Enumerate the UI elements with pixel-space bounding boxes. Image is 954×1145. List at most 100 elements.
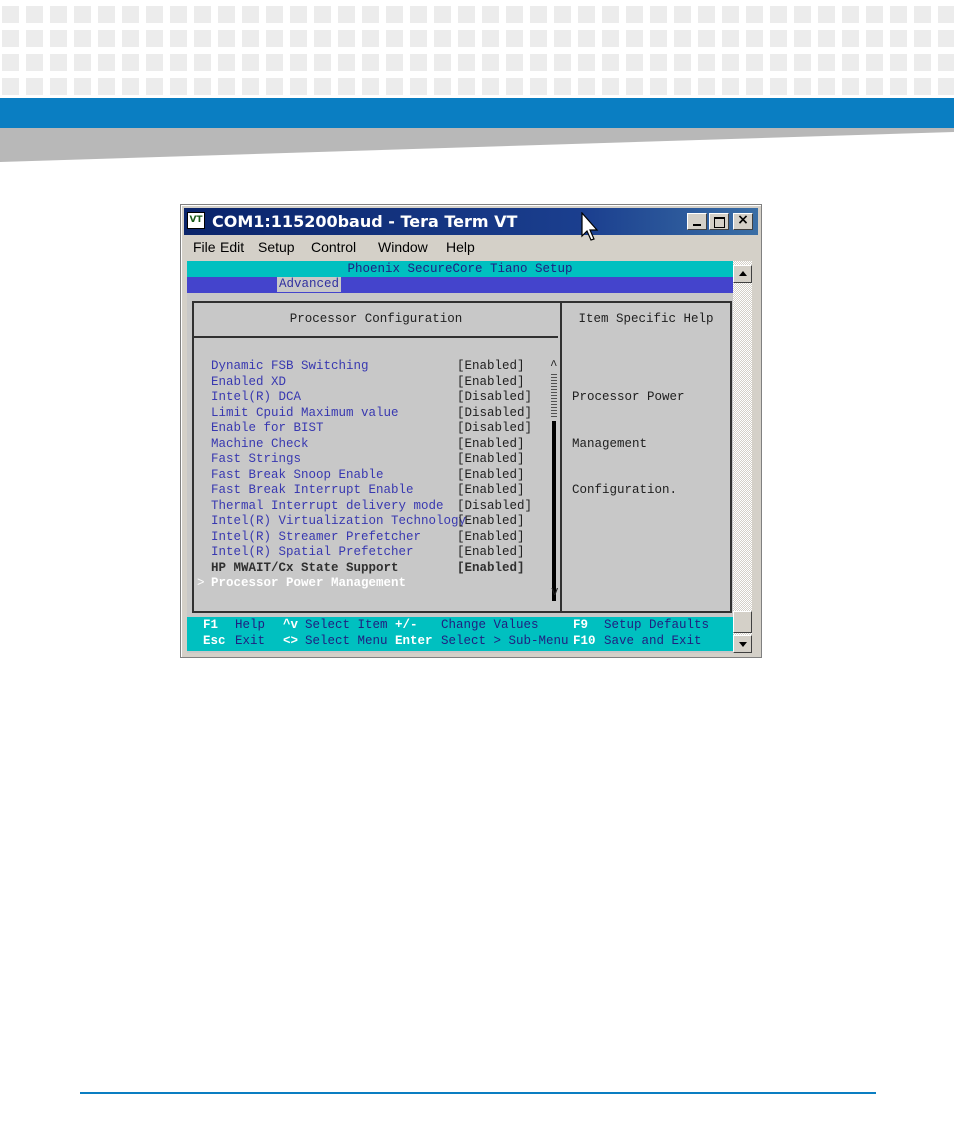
header-square (674, 6, 691, 23)
setting-label[interactable]: Machine Check (211, 437, 309, 453)
setting-label[interactable]: Fast Break Snoop Enable (211, 468, 384, 484)
setting-label[interactable]: Fast Strings (211, 452, 301, 468)
setting-value[interactable]: [Disabled] (457, 390, 532, 406)
header-square (506, 6, 523, 23)
header-square (626, 6, 643, 23)
setting-label[interactable]: Enable for BIST (211, 421, 324, 437)
header-square (170, 6, 187, 23)
close-button[interactable]: × (733, 212, 753, 230)
setting-value[interactable]: [Enabled] (457, 468, 525, 484)
setting-value[interactable]: [Enabled] (457, 514, 525, 530)
setting-label[interactable]: Intel(R) Spatial Prefetcher (211, 545, 414, 561)
header-square (770, 54, 787, 71)
menu-help[interactable]: Help (446, 239, 475, 255)
setting-value[interactable]: [Enabled] (457, 452, 525, 468)
footer-rule (80, 1092, 876, 1094)
menu-control[interactable]: Control (311, 239, 356, 255)
header-square (26, 78, 43, 95)
bios-scroll-thumb (552, 421, 556, 601)
setting-value[interactable]: [Enabled] (457, 359, 525, 375)
header-square (314, 78, 331, 95)
header-square (818, 54, 835, 71)
mouse-cursor-icon (581, 212, 599, 241)
window-scrollbar[interactable] (733, 261, 752, 653)
header-square (842, 30, 859, 47)
minimize-icon (693, 224, 701, 226)
menu-file[interactable]: File (193, 239, 216, 255)
help-line: Processor Power (572, 390, 685, 404)
header-square (698, 78, 715, 95)
submenu-processor-power-management[interactable]: Processor Power Management (211, 576, 406, 592)
setting-value[interactable]: [Enabled] (457, 561, 525, 577)
setting-value[interactable]: [Disabled] (457, 421, 532, 437)
setting-label[interactable]: Intel(R) Streamer Prefetcher (211, 530, 421, 546)
header-square (194, 78, 211, 95)
footer-desc: Select Item (305, 618, 388, 632)
setting-label[interactable]: Thermal Interrupt delivery mode (211, 499, 444, 515)
footer-key: F9 (573, 618, 589, 632)
header-square (482, 30, 499, 47)
header-square (50, 54, 67, 71)
header-square (194, 54, 211, 71)
menu-setup[interactable]: Setup (258, 239, 295, 255)
header-square (938, 78, 954, 95)
help-line: Configuration. (572, 483, 678, 497)
setting-label[interactable]: HP MWAIT/Cx State Support (211, 561, 399, 577)
setting-value[interactable]: [Disabled] (457, 406, 532, 422)
terminal-screen[interactable]: Phoenix SecureCore Tiano Setup Advanced … (187, 261, 733, 653)
setting-label[interactable]: Fast Break Interrupt Enable (211, 483, 414, 499)
help-line: Management (572, 436, 648, 451)
header-square (314, 30, 331, 47)
header-square (194, 30, 211, 47)
footer-key: Esc (203, 634, 226, 648)
header-square (842, 6, 859, 23)
help-title: Item Specific Help (578, 312, 714, 326)
header-square (698, 6, 715, 23)
header-square (146, 6, 163, 23)
minimize-button[interactable] (687, 213, 707, 230)
header-square (50, 6, 67, 23)
title-bar[interactable]: VT COM1:115200baud - Tera Term VT × (184, 208, 758, 235)
header-square (242, 78, 259, 95)
setting-value[interactable]: [Enabled] (457, 375, 525, 391)
menu-window[interactable]: Window (378, 239, 428, 255)
header-square (770, 6, 787, 23)
header-square (722, 6, 739, 23)
header-square (890, 54, 907, 71)
scroll-thumb[interactable] (733, 611, 752, 633)
header-square (386, 54, 403, 71)
footer-desc: Help (235, 618, 266, 632)
bios-scroll-track (551, 374, 557, 418)
setting-label[interactable]: Intel(R) DCA (211, 390, 301, 406)
setting-label[interactable]: Intel(R) Virtualization Technology (211, 514, 466, 530)
setting-label[interactable]: Dynamic FSB Switching (211, 359, 369, 375)
header-square (218, 78, 235, 95)
header-square (818, 78, 835, 95)
header-square (722, 78, 739, 95)
setting-label[interactable]: Limit Cpuid Maximum value (211, 406, 399, 422)
arrow-down-icon (739, 642, 747, 647)
header-square (122, 30, 139, 47)
header-square (554, 78, 571, 95)
setting-value[interactable]: [Enabled] (457, 437, 525, 453)
header-square (170, 78, 187, 95)
header-square (506, 54, 523, 71)
menu-edit[interactable]: Edit (220, 239, 244, 255)
scroll-down-button[interactable] (733, 635, 752, 653)
setting-value[interactable]: [Enabled] (457, 530, 525, 546)
setting-value[interactable]: [Enabled] (457, 483, 525, 499)
header-square (74, 78, 91, 95)
setting-value[interactable]: [Disabled] (457, 499, 532, 515)
tab-advanced[interactable]: Advanced (277, 277, 341, 292)
setting-label[interactable]: Enabled XD (211, 375, 286, 391)
header-square (578, 6, 595, 23)
maximize-button[interactable] (709, 213, 729, 230)
setting-value[interactable]: [Enabled] (457, 545, 525, 561)
teraterm-icon[interactable]: VT (187, 212, 205, 229)
header-square (602, 54, 619, 71)
scroll-up-button[interactable] (733, 265, 752, 283)
header-square (818, 30, 835, 47)
header-square (26, 30, 43, 47)
close-icon: × (737, 212, 749, 228)
header-square (530, 54, 547, 71)
